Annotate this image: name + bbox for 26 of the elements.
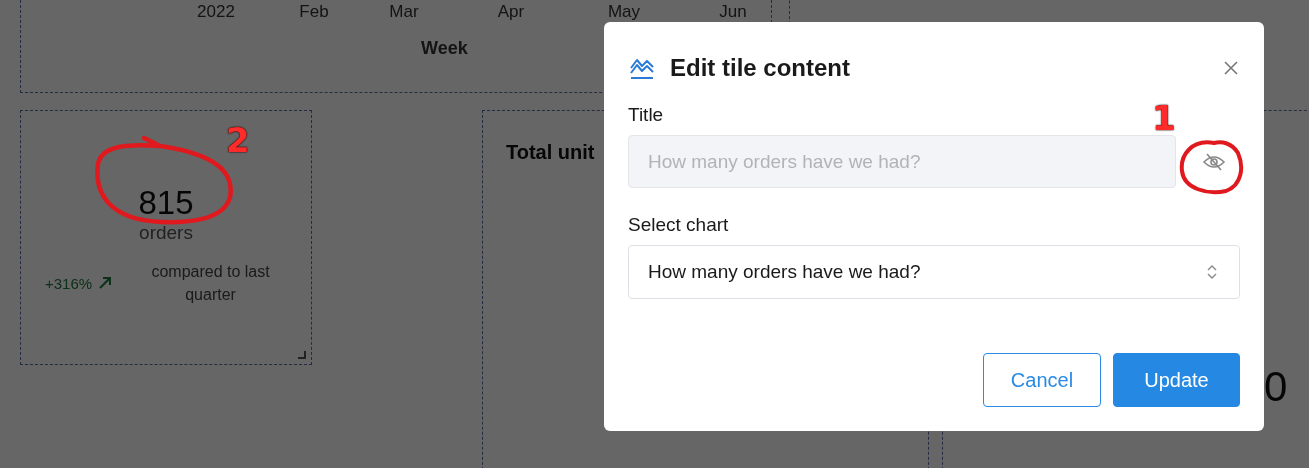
chart-icon — [630, 57, 654, 79]
dialog-title: Edit tile content — [670, 54, 850, 82]
cancel-button[interactable]: Cancel — [983, 353, 1101, 407]
axis-label: 2022 — [196, 3, 236, 21]
change-value: +316% — [45, 274, 93, 292]
axis-title: Week — [421, 38, 468, 59]
axis-label: Apr — [496, 3, 526, 21]
axis-label: Jun — [718, 3, 748, 21]
comparison-text: compared to last quarter — [150, 262, 271, 305]
resize-handle-icon[interactable] — [298, 351, 306, 359]
arrow-up-right-icon — [98, 276, 113, 290]
chevron-up-down-icon — [1207, 264, 1217, 280]
annotation-number: 2 — [226, 122, 250, 158]
tile-title: Total unit — [506, 141, 595, 164]
annotation-number: 1 — [1152, 100, 1176, 136]
kpi-value: 0 — [1264, 363, 1288, 411]
close-button[interactable] — [1223, 60, 1239, 76]
axis-label: May — [606, 3, 642, 21]
update-button[interactable]: Update — [1113, 353, 1240, 407]
chart-select[interactable]: How many orders have we had? — [628, 245, 1240, 299]
kpi-unit: orders — [139, 222, 193, 244]
kpi-value: 815 — [138, 184, 194, 222]
field-label: Title — [628, 104, 664, 126]
axis-label: Mar — [388, 3, 420, 21]
field-label: Select chart — [628, 214, 729, 236]
axis-label: Feb — [298, 3, 330, 21]
